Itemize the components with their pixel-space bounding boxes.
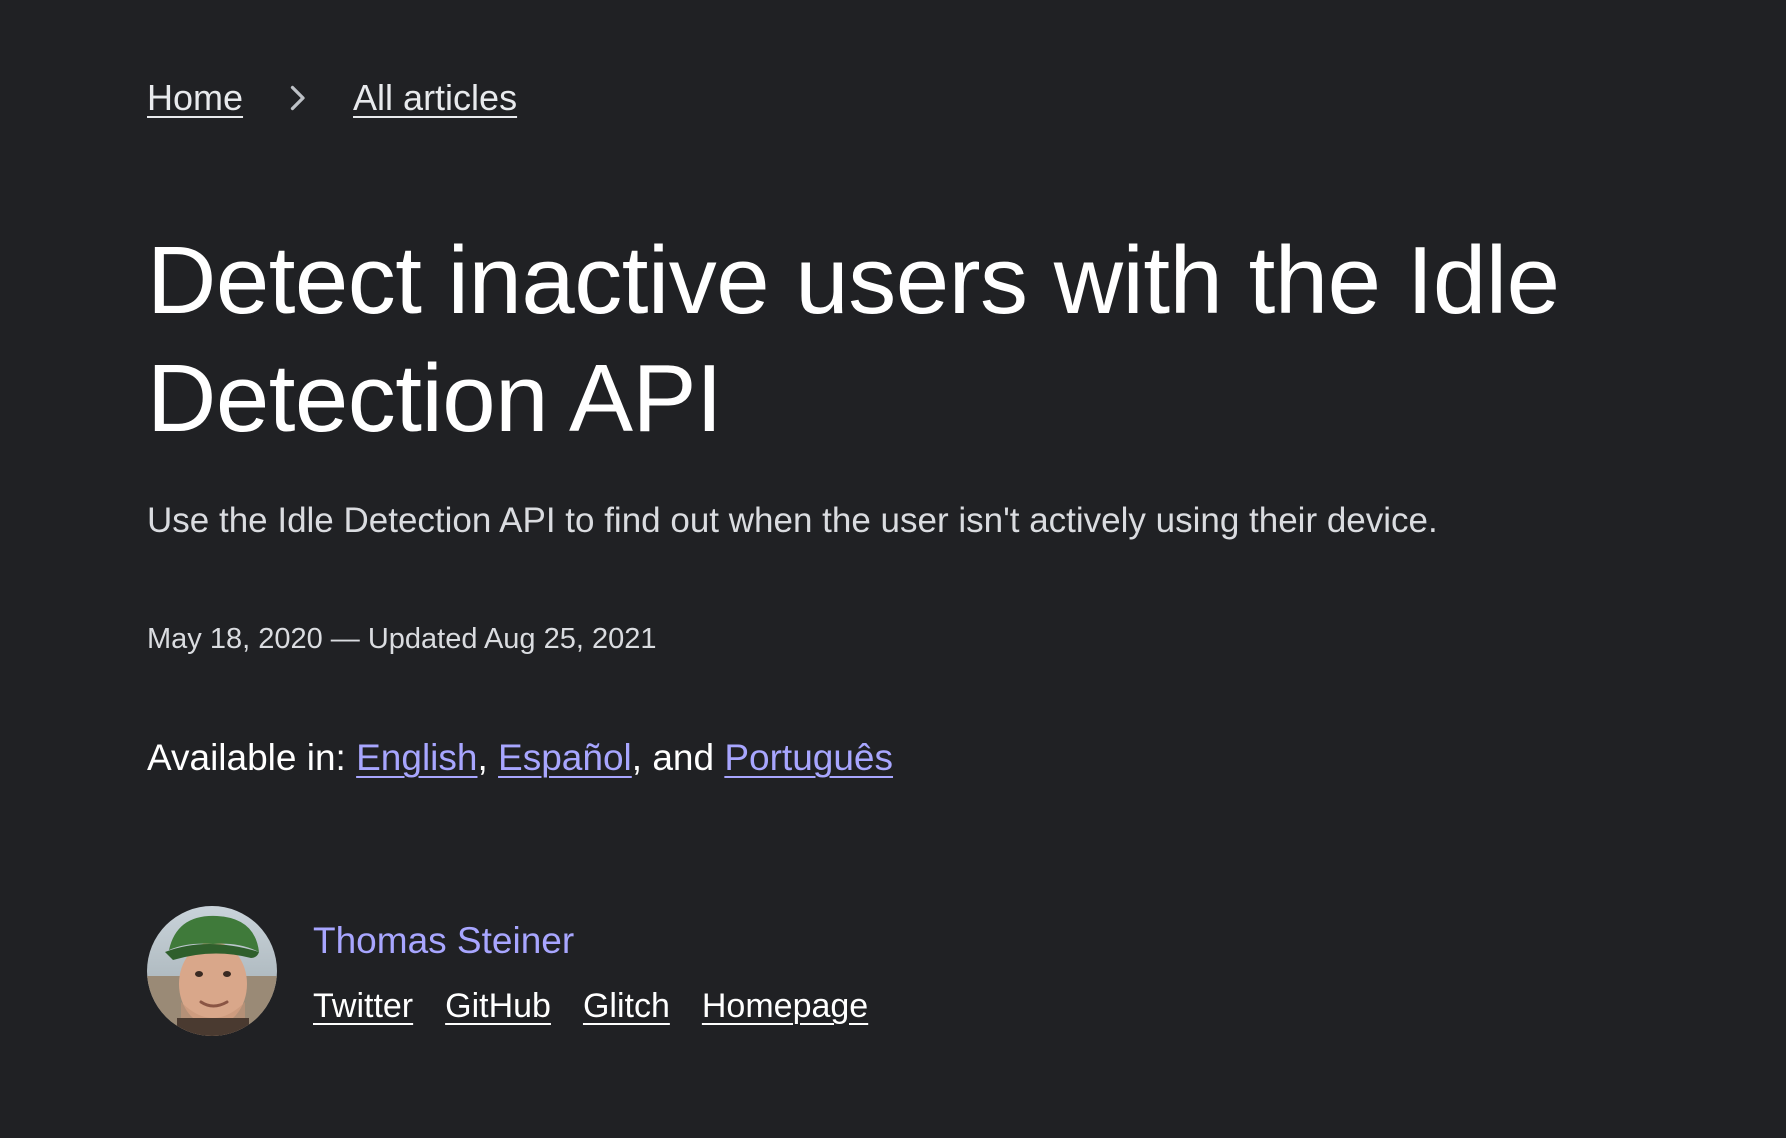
languages-prefix: Available in: xyxy=(147,737,357,778)
chevron-right-icon xyxy=(290,85,305,111)
languages-conjunction: , and xyxy=(631,737,725,778)
author-twitter-link[interactable]: Twitter xyxy=(313,984,413,1028)
languages-separator: , xyxy=(477,737,499,778)
author-block: Thomas Steiner Twitter GitHub Glitch Hom… xyxy=(147,906,900,1036)
page-subtitle: Use the Idle Detection API to find out w… xyxy=(147,501,1438,540)
breadcrumb-all-articles-link[interactable]: All articles xyxy=(353,74,517,122)
author-github-link[interactable]: GitHub xyxy=(445,984,551,1028)
author-info: Thomas Steiner Twitter GitHub Glitch Hom… xyxy=(313,906,900,1028)
available-languages: Available in: English, Español, and Port… xyxy=(147,734,893,782)
breadcrumb-home-link[interactable]: Home xyxy=(147,74,243,122)
language-link-english[interactable]: English xyxy=(356,737,477,778)
author-glitch-link[interactable]: Glitch xyxy=(583,984,670,1028)
page-title: Detect inactive users with the Idle Dete… xyxy=(147,227,1560,452)
avatar xyxy=(147,906,277,1036)
breadcrumb: Home All articles xyxy=(147,74,517,122)
author-name-link[interactable]: Thomas Steiner xyxy=(313,918,900,964)
publish-dates: May 18, 2020 — Updated Aug 25, 2021 xyxy=(147,623,657,655)
language-link-espanol[interactable]: Español xyxy=(498,737,632,778)
author-social-links: Twitter GitHub Glitch Homepage xyxy=(313,984,900,1028)
author-avatar-image xyxy=(147,906,277,1036)
author-homepage-link[interactable]: Homepage xyxy=(702,984,868,1028)
language-link-portugues[interactable]: Português xyxy=(724,737,893,778)
